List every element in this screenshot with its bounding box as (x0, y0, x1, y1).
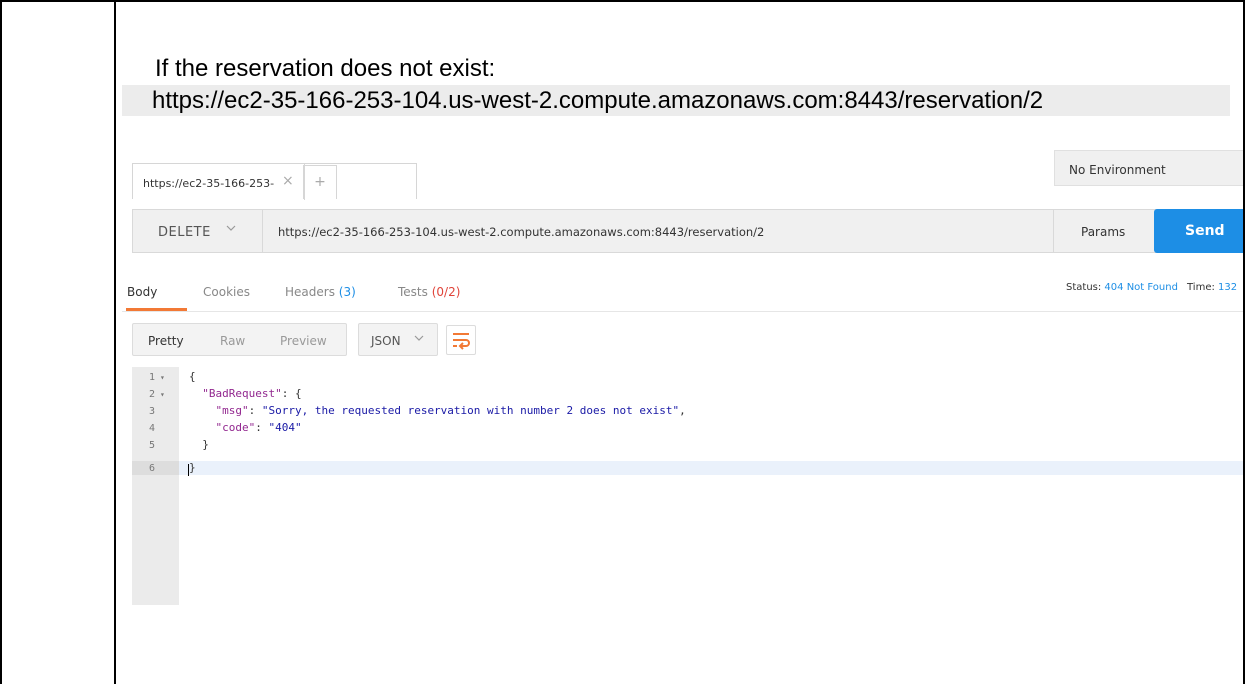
tab-tests[interactable]: Tests (0/2) (398, 285, 460, 299)
code-line: "BadRequest": { (202, 387, 302, 400)
chevron-down-icon (413, 332, 425, 347)
line-number: 5 (148, 440, 155, 451)
line-number: 6 (148, 463, 155, 474)
tab-tests-label: Tests (398, 285, 428, 299)
params-button[interactable]: Params (1053, 210, 1153, 252)
line-number: 4 (148, 423, 155, 434)
tab-headers[interactable]: Headers (3) (285, 285, 356, 299)
add-tab-button[interactable]: + (303, 165, 337, 199)
format-type-select[interactable]: JSON (358, 323, 438, 356)
wrap-lines-button[interactable] (446, 325, 476, 355)
response-status: Status: 404 Not Found (1066, 282, 1178, 293)
raw-button[interactable]: Raw (220, 334, 245, 348)
request-tab-label: https://ec2-35-166-253-104.us-west-2.com… (143, 177, 275, 190)
time-label: Time: (1187, 282, 1215, 293)
tests-count: (0/2) (431, 285, 461, 299)
active-line-highlight (179, 461, 1243, 475)
request-tab[interactable]: https://ec2-35-166-253-104.us-west-2.com… (132, 163, 417, 200)
code-line: } (189, 461, 196, 474)
pretty-button[interactable]: Pretty (148, 334, 184, 348)
time-value: 132 (1218, 282, 1238, 293)
environment-select[interactable]: No Environment (1054, 150, 1243, 186)
format-type-label: JSON (371, 334, 401, 348)
line-number: 1 ▾ (148, 372, 165, 383)
response-time: Time: 132 (1187, 282, 1237, 293)
wrap-icon (453, 333, 470, 350)
postman-screenshot: https://ec2-35-166-253-104.us-west-2.com… (122, 145, 1243, 605)
code-line: "msg": "Sorry, the requested reservation… (215, 404, 686, 417)
response-divider (122, 311, 1243, 312)
send-button[interactable]: Send (1154, 209, 1243, 253)
doc-heading: If the reservation does not exist: (155, 55, 496, 82)
code-line: "code": "404" (215, 421, 302, 434)
tab-cookies[interactable]: Cookies (203, 285, 250, 299)
url-input[interactable]: https://ec2-35-166-253-104.us-west-2.com… (278, 225, 764, 239)
fold-icon: ▾ (160, 390, 165, 399)
preview-button[interactable]: Preview (280, 334, 327, 348)
table-border-top (0, 0, 1245, 2)
send-label: Send (1185, 223, 1225, 239)
params-label: Params (1081, 225, 1126, 239)
status-label: Status: (1066, 282, 1102, 293)
table-border-inner (114, 0, 116, 684)
code-line: } (202, 438, 209, 451)
table-border-left (0, 0, 2, 684)
status-value: 404 Not Found (1104, 282, 1178, 293)
line-number: 2 ▾ (148, 389, 165, 400)
line-number: 3 (148, 406, 155, 417)
code-line: { (189, 370, 196, 383)
method-select[interactable]: DELETE (133, 210, 263, 252)
text-cursor (188, 464, 189, 476)
chevron-down-icon (225, 222, 237, 238)
tab-body[interactable]: Body (127, 285, 157, 299)
format-toggle: Pretty Raw Preview (132, 323, 347, 356)
environment-label: No Environment (1069, 163, 1166, 177)
line-gutter (132, 367, 179, 605)
doc-url: https://ec2-35-166-253-104.us-west-2.com… (122, 85, 1230, 116)
fold-icon: ▾ (160, 373, 165, 382)
close-icon[interactable]: × (282, 173, 294, 189)
tab-headers-label: Headers (285, 285, 335, 299)
headers-count: (3) (338, 285, 356, 299)
request-bar: DELETE https://ec2-35-166-253-104.us-wes… (132, 209, 1162, 253)
method-label: DELETE (158, 225, 211, 240)
